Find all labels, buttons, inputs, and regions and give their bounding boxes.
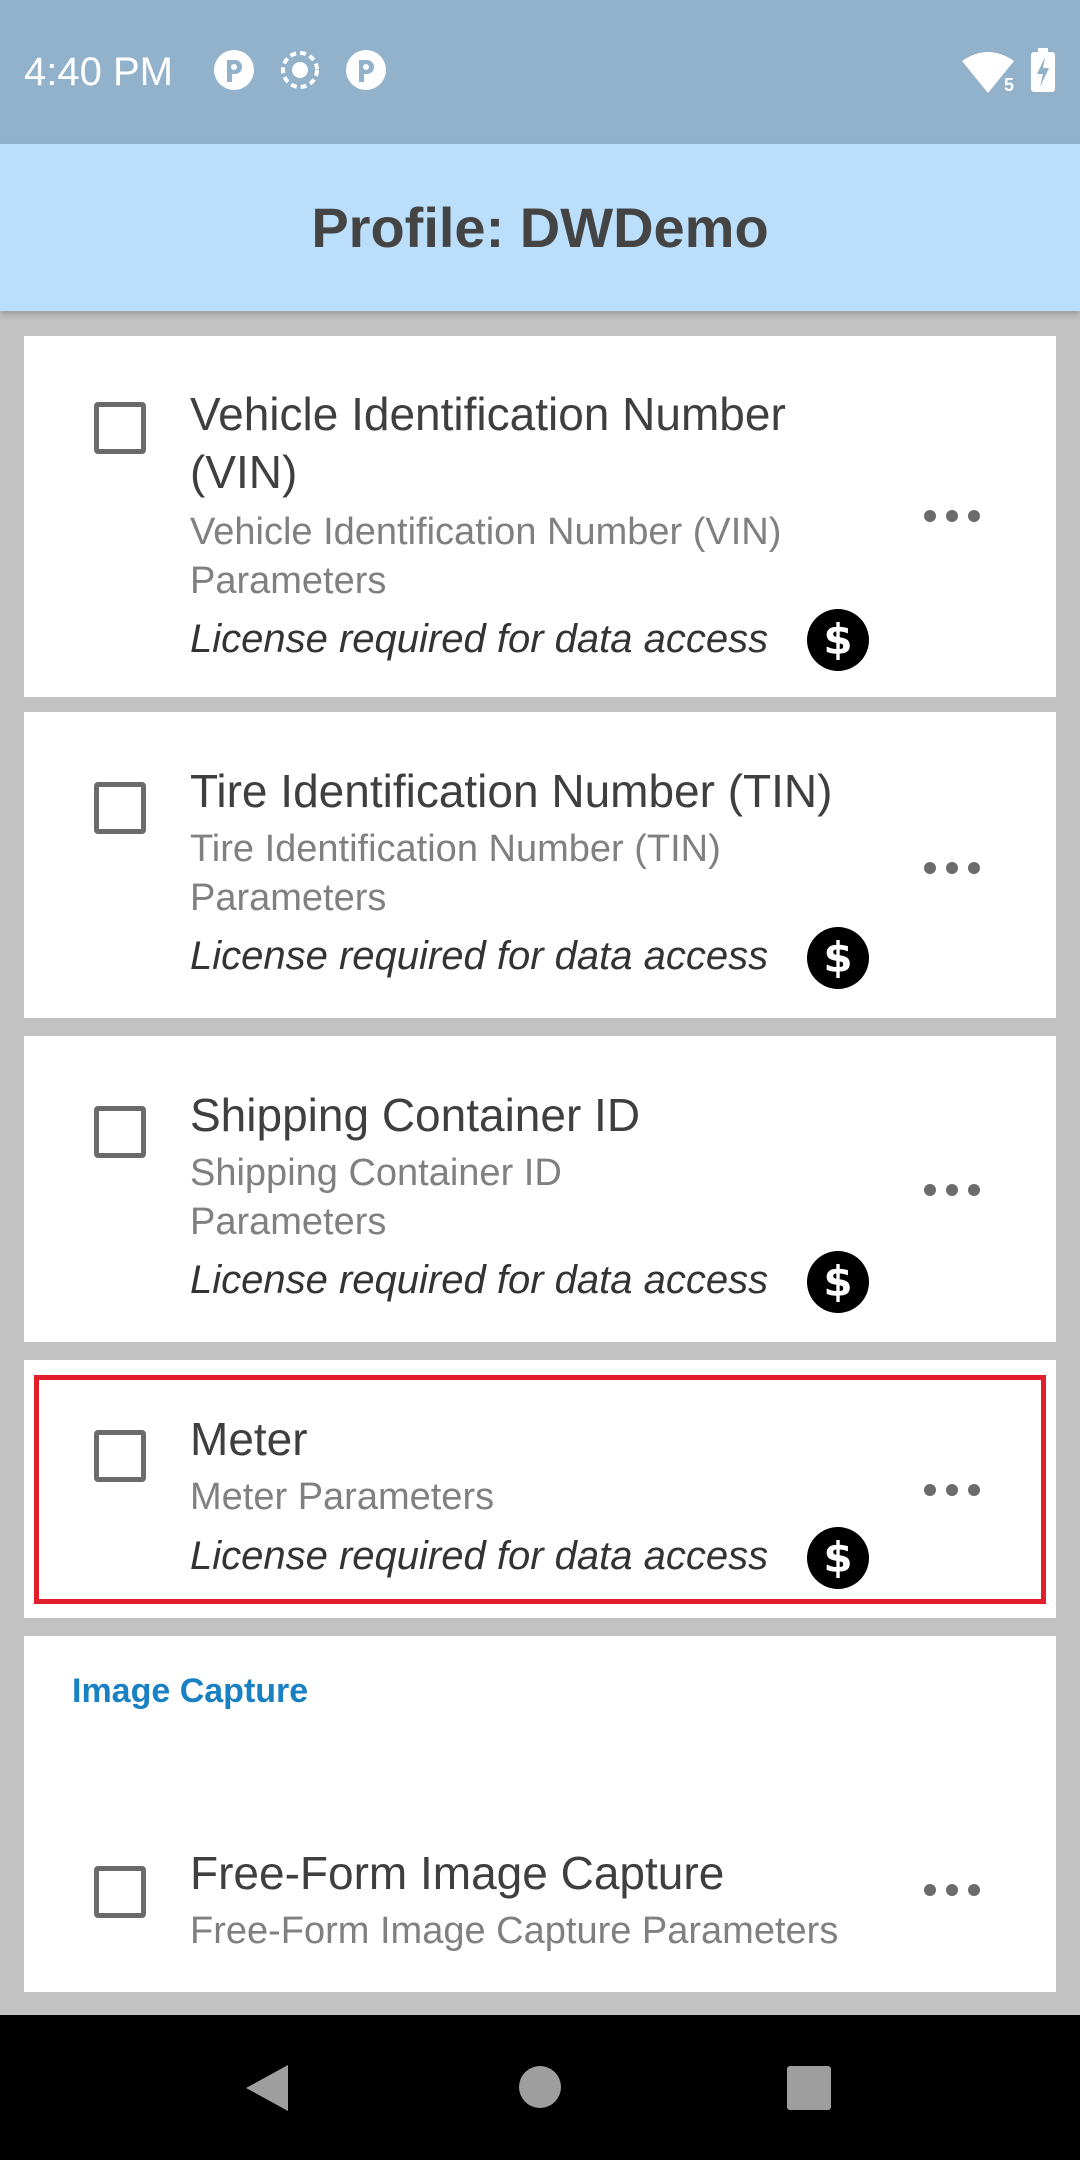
checkbox[interactable] bbox=[94, 1106, 146, 1158]
navigation-bar bbox=[0, 2015, 1080, 2160]
item-subtitle: Shipping Container ID Parameters bbox=[190, 1152, 562, 1243]
more-options-icon[interactable] bbox=[922, 1182, 982, 1198]
wifi-icon: 5 bbox=[960, 51, 1016, 95]
item-title: Free-Form Image Capture bbox=[190, 1847, 725, 1899]
checkbox[interactable] bbox=[94, 782, 146, 834]
home-icon[interactable] bbox=[518, 2065, 562, 2109]
dollar-icon: $ bbox=[807, 609, 869, 671]
more-options-icon[interactable] bbox=[922, 1882, 982, 1898]
decoder-list: Vehicle Identification Number (VIN) Vehi… bbox=[0, 311, 1080, 2015]
more-options-icon[interactable] bbox=[922, 860, 982, 876]
item-title: Shipping Container ID bbox=[190, 1089, 641, 1141]
app-notification-icon bbox=[344, 48, 388, 97]
section-card: Image Capture Free-Form Image Capture Fr… bbox=[24, 1636, 1056, 1992]
dollar-icon: $ bbox=[807, 927, 869, 989]
svg-text:$: $ bbox=[823, 1257, 852, 1306]
item-subtitle: Vehicle Identification Number (VIN) Para… bbox=[190, 511, 782, 602]
license-text: License required for data access bbox=[190, 1534, 769, 1578]
svg-text:$: $ bbox=[823, 1533, 852, 1582]
checkbox[interactable] bbox=[94, 402, 146, 454]
list-item[interactable]: Meter Meter Parameters License required … bbox=[24, 1360, 1056, 1618]
status-bar: 4:40 PM 5 bbox=[0, 0, 1080, 144]
app-notification-icon bbox=[212, 48, 256, 97]
svg-text:$: $ bbox=[823, 933, 852, 982]
item-title: Vehicle Identification Number (VIN) bbox=[190, 388, 786, 498]
list-item[interactable]: Tire Identification Number (TIN) Tire Id… bbox=[24, 712, 1056, 1018]
wifi-badge: 5 bbox=[1001, 74, 1016, 95]
list-item[interactable]: Shipping Container ID Shipping Container… bbox=[24, 1036, 1056, 1342]
page-title: Profile: DWDemo bbox=[311, 196, 769, 259]
status-icons-right: 5 bbox=[960, 48, 1056, 97]
app-bar: Profile: DWDemo bbox=[0, 144, 1080, 311]
more-options-icon[interactable] bbox=[922, 508, 982, 524]
back-icon[interactable] bbox=[244, 2063, 290, 2113]
license-text: License required for data access bbox=[190, 934, 769, 978]
item-title: Meter bbox=[190, 1413, 308, 1465]
list-item[interactable]: Free-Form Image Capture Free-Form Image … bbox=[24, 1756, 1056, 1992]
more-options-icon[interactable] bbox=[922, 1482, 982, 1498]
status-time: 4:40 PM bbox=[24, 50, 173, 94]
svg-text:$: $ bbox=[823, 615, 852, 664]
dollar-icon: $ bbox=[807, 1527, 869, 1589]
item-subtitle: Tire Identification Number (TIN) Paramet… bbox=[190, 828, 721, 919]
list-item[interactable]: Vehicle Identification Number (VIN) Vehi… bbox=[24, 336, 1056, 697]
item-subtitle: Meter Parameters bbox=[190, 1476, 495, 1518]
battery-charging-icon bbox=[1030, 48, 1056, 97]
item-title: Tire Identification Number (TIN) bbox=[190, 765, 833, 817]
recents-icon[interactable] bbox=[786, 2065, 832, 2111]
status-icons-left bbox=[212, 48, 388, 97]
checkbox[interactable] bbox=[94, 1430, 146, 1482]
screen-record-icon bbox=[278, 48, 322, 97]
license-text: License required for data access bbox=[190, 617, 769, 661]
dollar-icon: $ bbox=[807, 1251, 869, 1313]
section-header: Image Capture bbox=[72, 1672, 309, 1710]
license-text: License required for data access bbox=[190, 1258, 769, 1302]
item-subtitle: Free-Form Image Capture Parameters bbox=[190, 1910, 839, 1952]
checkbox[interactable] bbox=[94, 1866, 146, 1918]
